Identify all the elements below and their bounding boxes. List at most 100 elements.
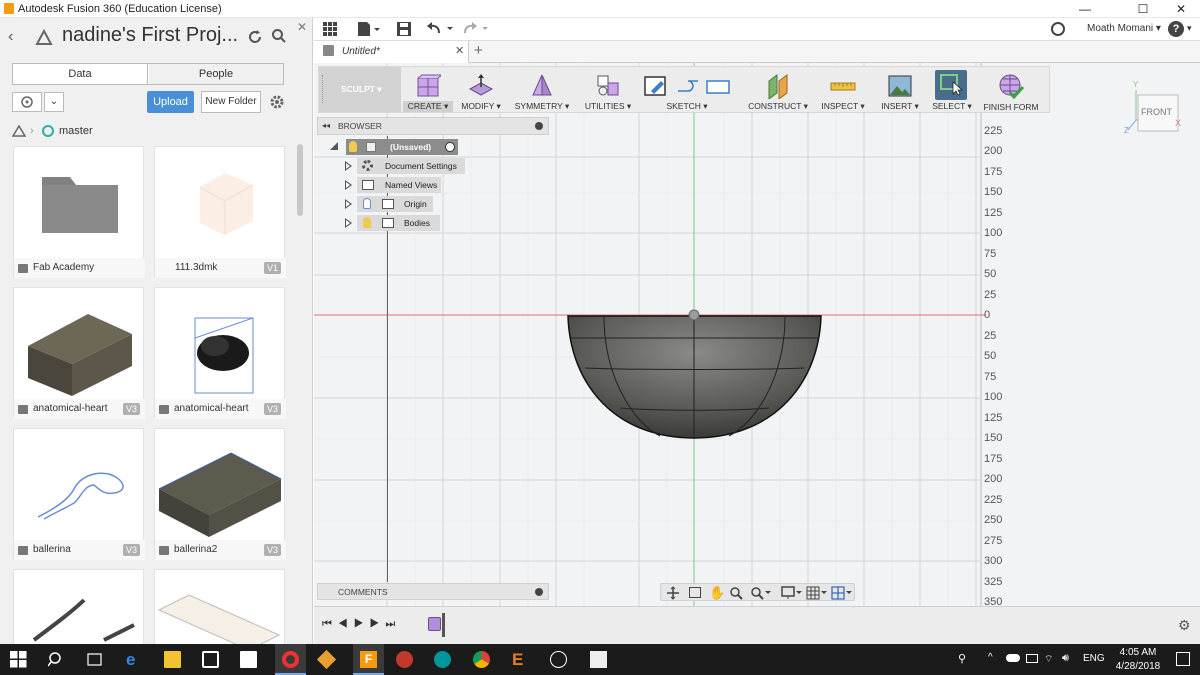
utilities-group[interactable]: UTILITIES ▾ <box>579 67 637 114</box>
expand-icon[interactable] <box>345 180 352 190</box>
minimize-button[interactable]: — <box>1062 0 1108 18</box>
visibility-bulb-icon[interactable] <box>363 217 371 228</box>
wifi-icon[interactable]: ⌔ <box>1044 653 1053 666</box>
grid-settings-icon[interactable] <box>806 586 828 600</box>
search-icon[interactable] <box>48 651 65 668</box>
onedrive-icon[interactable] <box>1006 654 1020 662</box>
new-tab-button[interactable]: + <box>474 42 483 59</box>
visibility-bulb-icon[interactable] <box>349 141 357 152</box>
viewcube-face[interactable]: FRONT <box>1141 107 1172 117</box>
timeline-marker[interactable] <box>442 613 445 637</box>
breadcrumb[interactable]: master <box>59 125 93 137</box>
create-group[interactable]: CREATE ▾ <box>403 67 453 114</box>
browser-pin-icon[interactable] <box>535 122 543 130</box>
notifications-icon[interactable] <box>1176 652 1190 666</box>
insert-group[interactable]: INSERT ▾ <box>875 67 925 114</box>
orbit-icon[interactable] <box>666 586 680 600</box>
pan-icon[interactable]: ✋ <box>709 585 725 601</box>
clock-date[interactable]: 4/28/2018 <box>1110 661 1166 672</box>
tree-node[interactable]: Document Settings <box>345 158 545 174</box>
activate-radio-icon[interactable] <box>445 142 455 152</box>
visibility-bulb-icon[interactable] <box>363 198 371 209</box>
display-settings-icon[interactable] <box>781 586 803 600</box>
chevron-down-icon[interactable]: ▾ <box>1187 23 1192 34</box>
gear-icon[interactable] <box>269 94 285 110</box>
arduino-icon[interactable] <box>434 651 451 668</box>
inspect-group[interactable]: INSPECT ▾ <box>817 67 869 114</box>
mail-icon[interactable] <box>240 651 257 668</box>
viewcube[interactable]: FRONT Y X Z <box>1124 80 1194 140</box>
construct-group[interactable]: CONSTRUCT ▾ <box>747 67 809 114</box>
finish-form-group[interactable]: FINISH FORM <box>981 67 1041 114</box>
clock-time[interactable]: 4:05 AM <box>1114 647 1162 658</box>
volume-icon[interactable]: 🔊︎ <box>1062 652 1069 665</box>
chevron-down-icon[interactable]: ⌄ <box>44 92 64 112</box>
symmetry-group[interactable]: SYMMETRY ▾ <box>512 67 572 114</box>
new-folder-button[interactable]: New Folder <box>201 91 261 113</box>
expand-icon[interactable] <box>345 161 352 171</box>
language-indicator[interactable]: ENG <box>1083 653 1105 664</box>
store-icon[interactable] <box>202 651 219 668</box>
sync-dropdown[interactable] <box>12 92 42 112</box>
tree-root[interactable]: (Unsaved) <box>330 139 530 155</box>
list-item-file[interactable]: 111.3dmk V1 <box>154 146 286 278</box>
list-item-design[interactable] <box>13 569 144 644</box>
user-menu[interactable]: Moath Momani ▾ <box>1087 23 1161 34</box>
chrome-icon[interactable] <box>473 651 490 668</box>
close-button[interactable]: ✕ <box>1158 0 1200 18</box>
viewports-icon[interactable] <box>831 586 853 600</box>
solidworks-icon[interactable] <box>396 651 413 668</box>
tree-node[interactable]: Origin <box>345 196 545 212</box>
task-view-icon[interactable] <box>86 651 103 668</box>
list-item-design[interactable]: ballerina2 V3 <box>154 428 286 560</box>
grid-menu-icon[interactable] <box>323 22 337 36</box>
fit-icon[interactable] <box>750 586 772 600</box>
close-tab-icon[interactable]: ✕ <box>455 44 464 57</box>
refresh-icon[interactable] <box>246 28 264 46</box>
timeline-form-feature-icon[interactable] <box>428 617 441 631</box>
search-icon[interactable] <box>271 28 287 44</box>
save-icon[interactable] <box>397 22 411 36</box>
tree-node[interactable]: Bodies <box>345 215 545 231</box>
play-icon[interactable]: ▶ <box>354 618 370 630</box>
eagle-icon[interactable]: E <box>512 651 529 668</box>
file-explorer-icon[interactable] <box>164 651 181 668</box>
expand-icon[interactable] <box>345 199 352 209</box>
scrollbar[interactable] <box>297 144 303 216</box>
workspace-switcher[interactable]: SCULPT ▾ <box>319 67 401 112</box>
sketch-group[interactable]: SKETCH ▾ <box>641 67 733 114</box>
undo-icon[interactable] <box>427 21 457 37</box>
comments-panel[interactable]: COMMENTS <box>317 583 549 600</box>
look-at-icon[interactable] <box>689 587 701 598</box>
job-status-icon[interactable] <box>1051 22 1065 36</box>
expand-icon[interactable] <box>345 218 352 228</box>
app-p-icon[interactable] <box>550 651 567 668</box>
tree-node[interactable]: Named Views <box>345 177 545 193</box>
go-to-start-icon[interactable]: ⏮ <box>322 618 338 630</box>
expand-icon[interactable] <box>330 142 338 150</box>
file-menu-icon[interactable] <box>358 22 380 36</box>
tab-data[interactable]: Data <box>13 64 148 84</box>
upload-button[interactable]: Upload <box>147 91 194 113</box>
people-icon[interactable]: ⚲ <box>958 652 966 665</box>
browser-panel-header[interactable]: ◂◂ BROWSER <box>317 117 549 135</box>
redo-icon[interactable] <box>462 21 492 37</box>
list-item-design[interactable]: anatomical-heart V3 <box>154 287 286 419</box>
edge-icon[interactable]: e <box>126 651 143 668</box>
tab-people[interactable]: People <box>149 64 283 84</box>
step-back-icon[interactable]: ◀ <box>338 618 354 630</box>
tray-chevron-icon[interactable]: ^ <box>988 652 993 663</box>
select-group[interactable]: SELECT ▾ <box>929 67 975 114</box>
document-app-icon[interactable] <box>590 651 607 668</box>
close-panel-icon[interactable]: ✕ <box>297 20 307 34</box>
back-icon[interactable]: ‹ <box>8 28 13 46</box>
add-comment-icon[interactable] <box>535 588 543 596</box>
timeline-settings-icon[interactable]: ⚙ <box>1178 617 1191 634</box>
collapse-browser-icon[interactable]: ◂◂ <box>322 121 330 130</box>
tab-untitled[interactable]: Untitled* ✕ <box>314 41 469 63</box>
fusion-360-icon[interactable]: F <box>360 651 377 668</box>
battery-icon[interactable] <box>1026 654 1038 663</box>
hemisphere-body[interactable] <box>567 309 822 439</box>
windows-start-icon[interactable] <box>10 651 27 668</box>
list-item-design[interactable] <box>154 569 285 644</box>
